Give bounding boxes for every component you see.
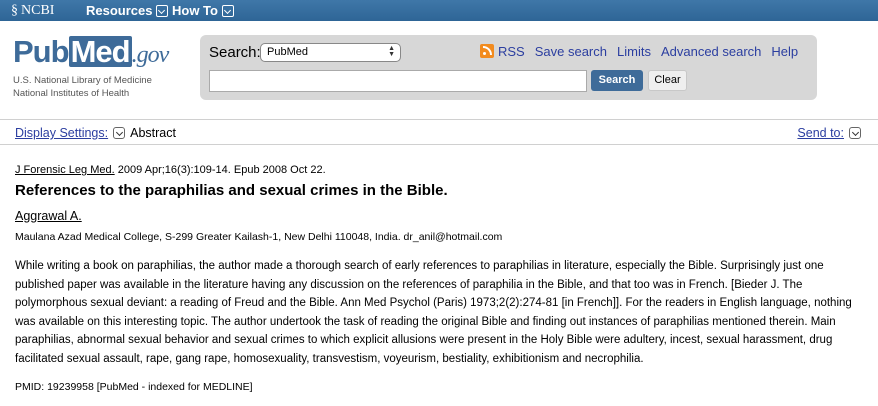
ncbi-top-bar: § NCBI Resources How To xyxy=(0,0,878,21)
chevron-down-icon xyxy=(221,4,234,17)
limits-link[interactable]: Limits xyxy=(617,44,651,59)
logo-med: Med xyxy=(68,34,132,69)
search-label: Search: xyxy=(209,44,261,61)
send-to-link[interactable]: Send to: xyxy=(797,126,844,140)
rss-link[interactable]: RSS xyxy=(498,44,525,59)
ncbi-helix-icon: § xyxy=(11,2,18,18)
logo-subtitle-1: U.S. National Library of Medicine xyxy=(13,75,152,86)
pubmed-wordmark: PubMed.gov xyxy=(13,34,170,71)
article-title: References to the paraphilias and sexual… xyxy=(15,182,448,199)
pmid-line: PMID: 19239958 [PubMed - indexed for MED… xyxy=(15,381,253,393)
author-affiliation: Maulana Azad Medical College, S-299 Grea… xyxy=(15,231,503,243)
ncbi-label: NCBI xyxy=(21,2,55,18)
display-settings: Display Settings: Abstract xyxy=(15,126,176,140)
database-selected: PubMed xyxy=(267,46,308,58)
chevron-down-icon[interactable] xyxy=(113,127,126,139)
how-to-menu-label: How To xyxy=(172,3,218,18)
resources-menu-label: Resources xyxy=(86,3,153,18)
author-link[interactable]: Aggrawal A. xyxy=(15,209,82,223)
send-to: Send to: xyxy=(797,126,866,140)
search-input[interactable] xyxy=(209,70,587,92)
updown-arrows-icon: ▲ ▼ xyxy=(388,45,395,58)
save-search-link[interactable]: Save search xyxy=(535,44,607,59)
display-settings-link[interactable]: Display Settings: xyxy=(15,126,108,140)
chevron-down-icon[interactable] xyxy=(849,127,861,139)
ncbi-home-link[interactable]: § NCBI xyxy=(11,1,54,20)
display-format: Abstract xyxy=(130,126,176,140)
how-to-menu[interactable]: How To xyxy=(172,1,234,20)
clear-button[interactable]: Clear xyxy=(648,70,687,91)
resources-menu[interactable]: Resources xyxy=(86,1,169,20)
header-links: RSS Save search Limits Advanced search H… xyxy=(480,43,808,59)
search-button[interactable]: Search xyxy=(591,70,643,91)
chevron-down-icon xyxy=(156,4,169,17)
rss-icon[interactable] xyxy=(480,44,494,58)
citation-line: J Forensic Leg Med. 2009 Apr;16(3):109-1… xyxy=(15,164,326,176)
logo-subtitle-2: National Institutes of Health xyxy=(13,88,130,99)
logo-gov: .gov xyxy=(131,42,170,68)
pubmed-logo[interactable]: PubMed.gov U.S. National Library of Medi… xyxy=(13,34,170,100)
abstract-text: While writing a book on paraphilias, the… xyxy=(15,260,852,365)
database-select[interactable]: PubMed ▲ ▼ xyxy=(260,43,401,62)
journal-link[interactable]: J Forensic Leg Med. xyxy=(15,164,115,176)
logo-pub: Pub xyxy=(13,34,70,69)
advanced-search-link[interactable]: Advanced search xyxy=(661,44,761,59)
citation-details: 2009 Apr;16(3):109-14. Epub 2008 Oct 22. xyxy=(114,164,326,176)
help-link[interactable]: Help xyxy=(771,44,798,59)
display-settings-bar: Display Settings: Abstract Send to: xyxy=(0,119,878,145)
pubmed-header: PubMed.gov U.S. National Library of Medi… xyxy=(0,21,878,110)
